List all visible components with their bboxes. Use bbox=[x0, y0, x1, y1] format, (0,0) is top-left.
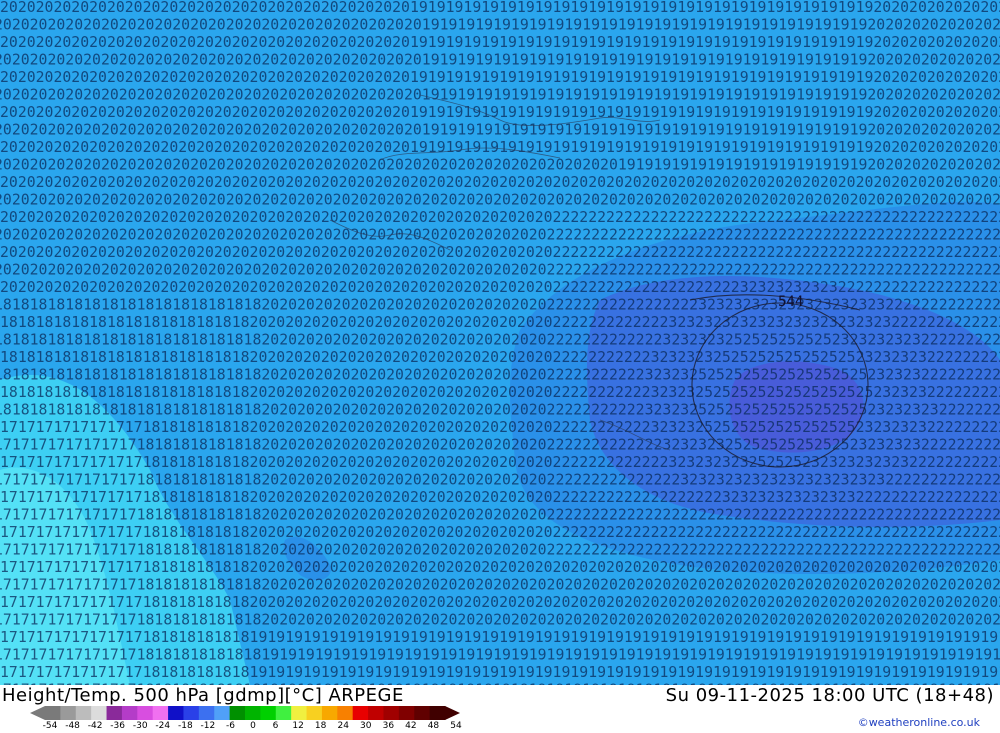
legend-swatch bbox=[121, 706, 138, 720]
legend-swatch bbox=[91, 706, 108, 720]
legend-swatch bbox=[306, 706, 323, 720]
legend-swatch bbox=[198, 706, 215, 720]
value-row: 2020202020202020202020202020202020202020… bbox=[0, 208, 1000, 226]
legend-swatch bbox=[229, 706, 246, 720]
legend-tick-label: 6 bbox=[272, 721, 279, 731]
legend-tick-label: -42 bbox=[87, 721, 103, 731]
value-row: 2020202020202020202020202020202020202020… bbox=[0, 33, 1000, 51]
legend-tick-label: -54 bbox=[42, 721, 58, 731]
legend-swatch bbox=[321, 706, 338, 720]
legend-arrow-right bbox=[445, 706, 460, 720]
credit-link[interactable]: ©weatheronline.co.uk bbox=[858, 716, 980, 729]
value-row: 2020202020202020202020202020202020202020… bbox=[0, 121, 1000, 139]
legend-swatch bbox=[352, 706, 369, 720]
value-row: 1717171717171717181818181818191919191919… bbox=[0, 663, 1000, 681]
value-row: 2020202020202020202020202020202020202020… bbox=[0, 261, 1000, 279]
value-row: 1818181818181818181818181818182020202020… bbox=[0, 296, 1000, 314]
legend-tick-label: 0 bbox=[250, 721, 256, 731]
value-row: 2020202020202020202020202020202020202020… bbox=[0, 86, 1000, 104]
legend-swatch bbox=[429, 706, 446, 720]
value-row: 1717171717171717181818181818181919191919… bbox=[0, 646, 1000, 664]
value-row: 1818181818181818181818181818202020202020… bbox=[0, 313, 1000, 331]
value-row: 1717171717171717181818181818182020202020… bbox=[0, 506, 1000, 524]
legend-swatch bbox=[75, 706, 92, 720]
value-row: 1717171717171717181818181818182020202020… bbox=[0, 576, 1000, 594]
weather-map: 2020202020202020202020202020202020202020… bbox=[0, 0, 1000, 685]
contour-label: 544 bbox=[778, 294, 803, 310]
legend-tick-label: -24 bbox=[155, 721, 171, 731]
legend-tick-label: -48 bbox=[65, 721, 80, 731]
legend-tick-label: -6 bbox=[225, 721, 235, 731]
value-row: 2020202020202020202020202020202020202020… bbox=[0, 68, 1000, 86]
value-row: 1717171717171717181818181818202020202020… bbox=[0, 523, 1000, 541]
value-row: 2020202020202020202020202020202020202020… bbox=[0, 191, 1000, 209]
legend-swatch bbox=[60, 706, 77, 720]
legend-tick-label: 24 bbox=[337, 721, 349, 731]
value-row: 1818181818181818181818181818202020202020… bbox=[0, 348, 1000, 366]
legend-swatch bbox=[398, 706, 415, 720]
legend-arrow-left bbox=[30, 706, 45, 720]
footer-bar: Height/Temp. 500 hPa [gdmp][°C] ARPEGE S… bbox=[0, 685, 1000, 733]
legend-swatch bbox=[414, 706, 431, 720]
legend-swatch bbox=[45, 706, 61, 720]
value-row: 1717171717171717181818181818202020202020… bbox=[0, 453, 1000, 471]
value-row: 1818181818181818181818181818202020202020… bbox=[0, 383, 1000, 401]
value-row: 2020202020202020202020202020202020202020… bbox=[0, 278, 1000, 296]
legend-swatch bbox=[245, 706, 261, 720]
map-timestamp: Su 09-11-2025 18:00 UTC (18+48) bbox=[665, 685, 994, 706]
value-row: 2020202020202020202020202020202020202020… bbox=[0, 226, 1000, 244]
legend-tick-label: 42 bbox=[405, 721, 417, 731]
legend-swatch bbox=[368, 706, 384, 720]
legend-tick-label: -30 bbox=[132, 721, 148, 731]
value-row: 2020202020202020202020202020202020202020… bbox=[0, 16, 1000, 34]
legend-swatch bbox=[137, 706, 154, 720]
legend-swatch bbox=[183, 706, 200, 720]
legend-labels: -54 -48 -42 -36 -30 -24 -18 -12 -6 0 6 12 18 24 30 36 42… bbox=[30, 721, 470, 733]
legend-swatch bbox=[168, 706, 184, 720]
legend-tick-label: 48 bbox=[427, 721, 440, 731]
legend-tick-label: -18 bbox=[177, 721, 193, 731]
legend-swatch bbox=[152, 706, 169, 720]
value-row: 2020202020202020202020202020202020202020… bbox=[0, 103, 1000, 121]
value-row: 1717171717171717181818181818182020202020… bbox=[0, 611, 1000, 629]
value-row: 2020202020202020202020202020202020202020… bbox=[0, 51, 1000, 69]
legend-tick-label: -36 bbox=[110, 721, 126, 731]
temperature-field: 2020202020202020202020202020202020202020… bbox=[0, 0, 1000, 685]
legend-tick-label: 54 bbox=[450, 721, 462, 731]
value-row: 1818181818181818181818181818182020202020… bbox=[0, 366, 1000, 384]
value-row: 1717171717171717181818181818182020202020… bbox=[0, 471, 1000, 489]
legend-swatch bbox=[291, 706, 308, 720]
value-row: 1717171717171717181818181818202020202020… bbox=[0, 418, 1000, 436]
value-row: 1717171717171717181818181818182020202020… bbox=[0, 436, 1000, 454]
value-row: 1717171717171717181818181818191919191919… bbox=[0, 628, 1000, 646]
legend-swatch bbox=[383, 706, 400, 720]
value-row: 2020202020202020202020202020202020202020… bbox=[0, 173, 1000, 191]
legend-swatch bbox=[337, 706, 354, 720]
value-row: 2020202020202020202020202020202020202020… bbox=[0, 156, 1000, 174]
value-row: 1818181818181818181818181818182020202020… bbox=[0, 401, 1000, 419]
value-row: 1717171717171717181818181818202020202020… bbox=[0, 593, 1000, 611]
color-scale-legend bbox=[30, 706, 460, 720]
legend-tick-label: 12 bbox=[292, 721, 304, 731]
legend-swatch bbox=[106, 706, 123, 720]
legend-swatch bbox=[275, 706, 292, 720]
legend-tick-label: -12 bbox=[200, 721, 216, 731]
value-row: 2020202020202020202020202020202020202020… bbox=[0, 243, 1000, 261]
map-title: Height/Temp. 500 hPa [gdmp][°C] ARPEGE bbox=[2, 685, 404, 706]
value-row: 2020202020202020202020202020202020202020… bbox=[0, 138, 1000, 156]
legend-tick-label: 18 bbox=[314, 721, 327, 731]
value-row: 1717171717171717181818181818202020202020… bbox=[0, 488, 1000, 506]
legend-swatch bbox=[214, 706, 231, 720]
value-row: 2020202020202020202020202020202020202020… bbox=[0, 0, 1000, 16]
value-row: 1717171717171717181818181818182020202020… bbox=[0, 541, 1000, 559]
legend-tick-label: 30 bbox=[360, 721, 372, 731]
value-row: 1717171717171717181818181818202020202020… bbox=[0, 558, 1000, 576]
legend-tick-label: 36 bbox=[382, 721, 395, 731]
value-row: 1818181818181818181818181818182020202020… bbox=[0, 331, 1000, 349]
legend-swatch bbox=[260, 706, 277, 720]
